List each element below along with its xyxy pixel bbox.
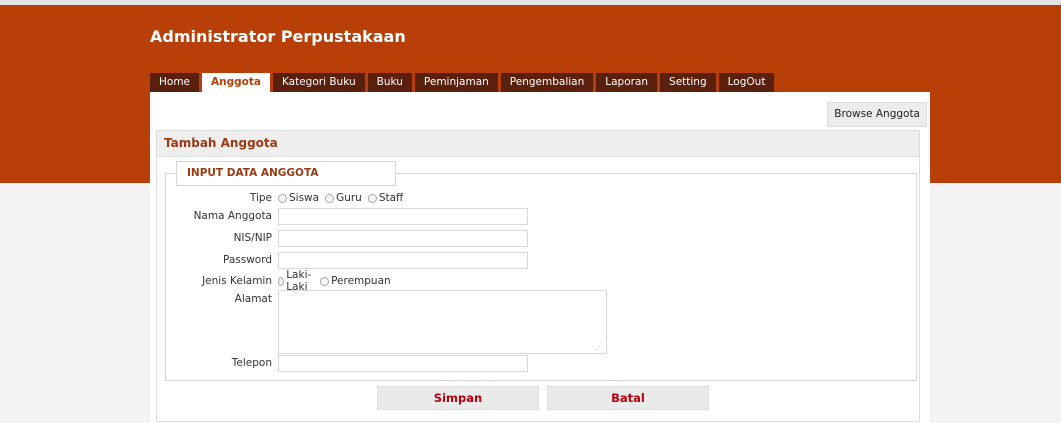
- radio-icon: [367, 193, 377, 203]
- app-title: Administrator Perpustakaan: [150, 27, 406, 46]
- radio-icon: [320, 276, 330, 286]
- radio-icon: [325, 193, 335, 203]
- nama-anggota-input[interactable]: [278, 207, 528, 225]
- radio-perempuan[interactable]: Perempuan: [320, 275, 391, 287]
- radio-icon: [278, 276, 285, 286]
- simpan-button[interactable]: Simpan: [377, 386, 539, 410]
- tab-home[interactable]: Home: [150, 73, 200, 92]
- fieldset-legend: INPUT DATA ANGGOTA: [176, 161, 396, 186]
- nama-label: Nama Anggota: [193, 210, 272, 222]
- tab-logout[interactable]: LogOut: [718, 73, 775, 92]
- tab-anggota[interactable]: Anggota: [202, 73, 270, 94]
- tab-peminjaman[interactable]: Peminjaman: [414, 73, 498, 92]
- content-area: Browse Anggota Tambah Anggota INPUT DATA…: [150, 92, 930, 423]
- tab-buku[interactable]: Buku: [367, 73, 412, 92]
- telepon-input[interactable]: [278, 354, 528, 372]
- radio-staff[interactable]: Staff: [367, 192, 403, 204]
- radio-icon: [278, 193, 287, 203]
- tab-kategori-buku[interactable]: Kategori Buku: [272, 73, 365, 92]
- nis-label: NIS/NIP: [233, 232, 272, 244]
- password-input[interactable]: [278, 251, 528, 269]
- jenis-kelamin-label: Jenis Kelamin: [202, 275, 272, 287]
- tab-setting[interactable]: Setting: [660, 73, 716, 92]
- radio-siswa[interactable]: Siswa: [278, 192, 319, 204]
- main-nav: Home Anggota Kategori Buku Buku Peminjam…: [150, 73, 775, 94]
- nis-nip-input[interactable]: [278, 229, 528, 247]
- alamat-textarea[interactable]: ⋰: [278, 290, 607, 354]
- tambah-anggota-panel: Tambah Anggota INPUT DATA ANGGOTA Tipe S…: [156, 130, 920, 422]
- tipe-label: Tipe: [249, 192, 272, 204]
- tab-pengembalian[interactable]: Pengembalian: [500, 73, 594, 92]
- resize-grip-icon[interactable]: ⋰: [595, 342, 603, 351]
- alamat-label: Alamat: [234, 293, 272, 305]
- telepon-label: Telepon: [231, 357, 272, 369]
- radio-guru[interactable]: Guru: [325, 192, 362, 204]
- browse-anggota-button[interactable]: Browse Anggota: [827, 102, 927, 127]
- batal-button[interactable]: Batal: [547, 386, 709, 410]
- password-label: Password: [222, 254, 272, 266]
- input-fieldset: INPUT DATA ANGGOTA Tipe Siswa Guru Staff…: [165, 161, 917, 381]
- panel-title: Tambah Anggota: [157, 131, 919, 157]
- tab-laporan[interactable]: Laporan: [596, 73, 658, 92]
